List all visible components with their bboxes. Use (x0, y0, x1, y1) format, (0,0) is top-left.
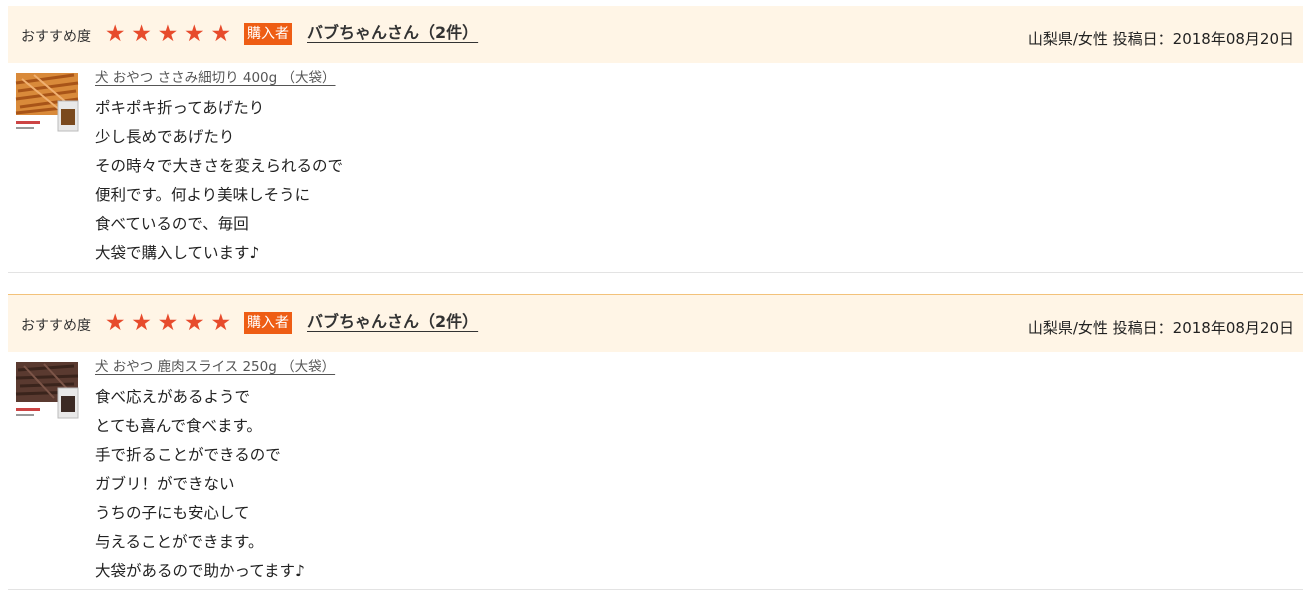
review-comment: ポキポキ折ってあげたり 少し長めであげたり その時々で大きさを変えられるので 便… (95, 94, 343, 268)
star-icon: ★ (131, 21, 152, 47)
comment-line: 与えることができます。 (95, 533, 264, 551)
reviewer-meta: 山梨県/女性 投稿日：2018年08月20日 (1027, 319, 1294, 337)
star-icon: ★ (104, 21, 126, 47)
product-thumbnail[interactable] (14, 358, 82, 426)
rating-stars: ★ ★ ★ ★ ★ (102, 312, 234, 335)
comment-line: 手で折ることができるので (95, 446, 281, 464)
recommend-label: おすすめ度 (21, 29, 91, 45)
star-icon: ★ (157, 310, 179, 336)
product-link[interactable]: 犬 おやつ 鹿肉スライス 250g （大袋） (95, 355, 335, 375)
comment-line: うちの子にも安心して (95, 504, 250, 522)
comment-line: とても喜んで食べます。 (95, 417, 262, 435)
star-icon: ★ (210, 21, 232, 47)
comment-line: ガブリ！ができない (95, 475, 235, 493)
review-header: おすすめ度 ★ ★ ★ ★ ★ 購入者 バブちゃんさん（2件） 山梨県/女性 投… (8, 295, 1303, 352)
comment-line: ポキポキ折ってあげたり (95, 99, 265, 117)
product-link[interactable]: 犬 おやつ ささみ細切り 400g （大袋） (95, 66, 336, 86)
star-icon: ★ (104, 310, 126, 336)
star-icon: ★ (210, 310, 232, 336)
comment-line: 便利です。何より美味しそうに (95, 186, 311, 204)
star-icon: ★ (184, 310, 205, 336)
review-card: おすすめ度 ★ ★ ★ ★ ★ 購入者 バブちゃんさん（2件） 山梨県/女性 投… (8, 294, 1303, 590)
review-body: 犬 おやつ 鹿肉スライス 250g （大袋） 食べ応えがあるようで とても喜んで… (8, 352, 1303, 590)
divider (8, 589, 1303, 590)
buyer-badge: 購入者 (244, 23, 292, 45)
comment-line: 食べ応えがあるようで (95, 388, 251, 406)
reviewer-name-link[interactable]: バブちゃんさん（2件） (307, 308, 478, 332)
review-header: おすすめ度 ★ ★ ★ ★ ★ 購入者 バブちゃんさん（2件） 山梨県/女性 投… (8, 6, 1303, 63)
comment-line: 少し長めであげたり (95, 128, 235, 146)
review-body: 犬 おやつ ささみ細切り 400g （大袋） ポキポキ折ってあげたり 少し長めで… (8, 63, 1303, 273)
reviewer-meta: 山梨県/女性 投稿日：2018年08月20日 (1027, 30, 1294, 48)
comment-line: その時々で大きさを変えられるので (95, 157, 344, 175)
reviewer-name-link[interactable]: バブちゃんさん（2件） (307, 19, 478, 43)
comment-line: 大袋があるので助かってます♪ (95, 562, 305, 580)
review-comment: 食べ応えがあるようで とても喜んで食べます。 手で折ることができるので ガブリ！… (95, 383, 305, 586)
review-card: おすすめ度 ★ ★ ★ ★ ★ 購入者 バブちゃんさん（2件） 山梨県/女性 投… (8, 6, 1303, 273)
comment-line: 食べているので、毎回 (95, 215, 249, 233)
star-icon: ★ (157, 21, 179, 47)
rating-stars: ★ ★ ★ ★ ★ (102, 23, 234, 46)
star-icon: ★ (184, 21, 205, 47)
buyer-badge: 購入者 (244, 312, 292, 334)
recommend-label: おすすめ度 (21, 318, 91, 334)
comment-line: 大袋で購入しています♪ (95, 244, 260, 262)
divider (8, 272, 1303, 273)
product-thumbnail[interactable] (14, 69, 82, 137)
star-icon: ★ (131, 310, 152, 336)
